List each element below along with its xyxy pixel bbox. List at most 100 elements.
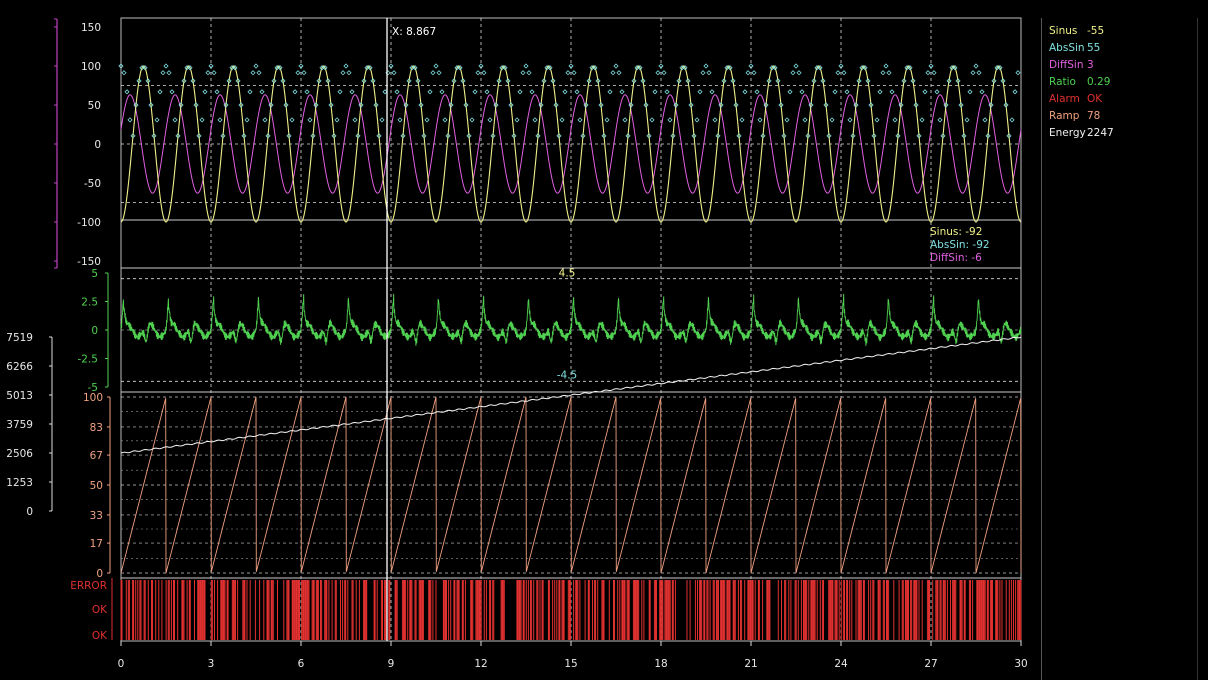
abssin-point [607,89,613,95]
abssin-point [745,70,751,76]
ramp-trace [120,396,1022,574]
x-axis-tick-label: 27 [924,658,937,670]
abssin-point [619,89,625,95]
abssin-point [340,70,346,76]
abssin-point [154,117,160,123]
abssin-point [652,89,658,95]
abssin-point [301,70,307,76]
energy-axis-tick-label: 6266 [6,361,33,373]
abssin-point [649,117,655,123]
ratio-axis-tick-label: 0 [91,325,98,337]
abssin-point [742,89,748,95]
abssin-point [661,70,667,76]
legend-row-diffsin[interactable]: DiffSin 3 [1049,56,1199,73]
x-axis-tick-label: 18 [654,658,667,670]
alarm-axis-tick-label: OK [92,630,108,642]
alarm-axis-tick-label: ERROR [70,580,107,592]
abssin-point [469,117,475,123]
x-axis-tick-label: 9 [388,658,395,670]
abssin-point [475,70,481,76]
legend-name: Ramp [1049,109,1080,122]
legend-value: 2247 [1087,126,1114,139]
abssin-point [424,117,430,123]
abssin-point [937,117,943,123]
ramp-axis-tick-label: 100 [83,392,103,404]
abssin-point [343,63,349,69]
abssin-point [877,89,883,95]
legend-name: Sinus [1049,24,1078,37]
top-axis-tick-label: -50 [84,178,101,190]
legend-row-energy[interactable]: Energy 2247 [1049,124,1199,141]
ratio-axis-tick-label: -2.5 [78,354,99,366]
abssin-point [874,117,880,123]
threshold-label: 4.5 [559,268,576,280]
abssin-point [1009,117,1015,123]
abssin-point [253,63,259,69]
abssin-point [562,89,568,95]
legend-row-ratio[interactable]: Ratio 0.29 [1049,73,1199,90]
abssin-point [934,89,940,95]
top-axis-tick-label: 50 [88,100,101,112]
abssin-point [517,89,523,95]
abssin-point [655,70,661,76]
abssin-point [739,117,745,123]
abssin-point [973,63,979,69]
legend-value: 3 [1087,58,1094,71]
abssin-point [703,63,709,69]
legend-value: 55 [1087,41,1101,54]
threshold-label: -4.5 [557,369,578,381]
abssin-point [604,117,610,123]
legend-row-abssin[interactable]: AbsSin 55 [1049,39,1199,56]
abssin-point [832,89,838,95]
ramp-axis-tick-label: 0 [96,568,103,580]
abssin-point [697,89,703,95]
abssin-point [790,70,796,76]
abssin-point [784,117,790,123]
abssin-point [121,70,127,76]
top-axis-tick-label: 150 [81,22,101,34]
abssin-point [250,70,256,76]
abssin-point [292,89,298,95]
tooltip-text: Sinus: -92 [930,226,982,238]
abssin-point [523,63,529,69]
legend-row-alarm[interactable]: Alarm OK [1049,90,1199,107]
abssin-point [259,89,265,95]
abssin-point [439,89,445,95]
abssin-point [700,70,706,76]
legend-row-ramp[interactable]: Ramp 78 [1049,107,1199,124]
abssin-point [211,70,217,76]
abssin-point [433,63,439,69]
abssin-point [964,117,970,123]
abssin-point [295,70,301,76]
legend-separator [1041,18,1042,680]
abssin-point [307,117,313,123]
alarm-axis-tick-label: OK [92,604,108,616]
abssin-point [667,117,673,123]
tooltip-text: DiffSin: -6 [930,252,982,264]
abssin-point [835,70,841,76]
legend-name: Energy [1049,126,1086,139]
legend-row-sinus[interactable]: Sinus -55 [1049,22,1199,39]
tooltip-text: AbsSin: -92 [930,239,990,251]
abssin-point [931,70,937,76]
ramp-axis-tick-label: 83 [90,422,103,434]
top-axis-tick-label: -150 [77,256,101,268]
oscilloscope-plot[interactable]: 150100500-50-100-15052.50-2.5-5100836750… [0,0,1208,680]
abssin-point [922,89,928,95]
legend-name: Ratio [1049,75,1076,88]
abssin-point [124,89,130,95]
value-legend: Sinus -55 AbsSin 55 DiffSin 3 Ratio 0.29 Ala… [1049,22,1199,141]
energy-axis-tick-label: 3759 [6,419,33,431]
abssin-point [889,89,895,95]
abssin-point [337,89,343,95]
abssin-point [427,89,433,95]
abssin-point [169,89,175,95]
abssin-point [430,70,436,76]
abssin-point [919,117,925,123]
abssin-point [799,89,805,95]
abssin-point [754,89,760,95]
x-axis-tick-label: 24 [834,658,848,670]
ramp-axis-tick-label: 67 [90,450,103,462]
abssin-point [979,89,985,95]
abssin-point [802,117,808,123]
